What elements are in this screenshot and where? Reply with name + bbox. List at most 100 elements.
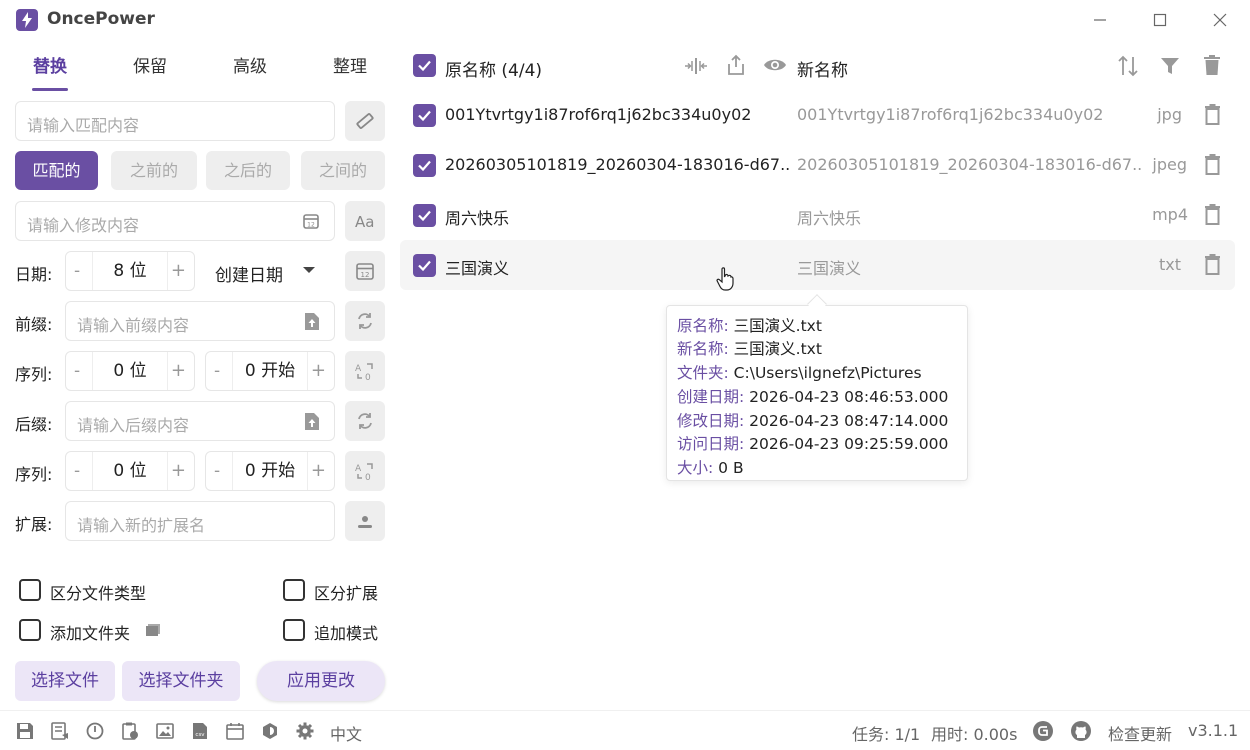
by-extension-checkbox[interactable] (283, 579, 305, 601)
file-upload-icon[interactable] (304, 412, 320, 431)
log-icon[interactable] (51, 722, 69, 740)
append-mode-checkbox[interactable] (283, 619, 305, 641)
delete-icon[interactable] (1204, 204, 1221, 225)
gitee-icon[interactable] (1032, 720, 1054, 742)
select-all-checkbox[interactable] (413, 54, 436, 77)
close-button[interactable] (1208, 8, 1232, 32)
gear-icon[interactable] (296, 722, 314, 740)
sort-icon[interactable] (1116, 54, 1140, 78)
file-upload-icon[interactable] (304, 312, 320, 331)
extension-button[interactable] (345, 501, 385, 541)
decrement-button[interactable]: - (214, 361, 220, 381)
date-digits-stepper[interactable]: - 8 位 + (65, 251, 195, 291)
tasks-status: 任务: 1/1 (852, 725, 921, 744)
folder-icon (146, 624, 160, 636)
row-checkbox[interactable] (413, 254, 436, 277)
mode-after[interactable]: 之后的 (206, 151, 290, 190)
mode-match[interactable]: 匹配的 (15, 151, 98, 190)
filter-icon[interactable] (1160, 56, 1180, 76)
language-selector[interactable]: 中文 (330, 721, 362, 745)
status-bar (0, 710, 1250, 750)
increment-button[interactable]: + (171, 460, 186, 481)
row-checkbox[interactable] (413, 204, 436, 227)
modify-input[interactable]: 请输入修改内容 12 (15, 201, 335, 241)
calendar-icon[interactable]: 12 (302, 212, 320, 230)
row-original-name[interactable]: 20260305101819_20260304-183016-d67... (445, 155, 790, 174)
prefix-input-placeholder: 请输入前缀内容 (77, 316, 190, 335)
mode-between[interactable]: 之间的 (301, 151, 385, 190)
tooltip-value: 2026-04-23 09:25:59.000 (749, 435, 949, 453)
calendar-icon[interactable] (226, 722, 244, 740)
clipboard-clock-icon[interactable] (121, 722, 139, 740)
mode-before[interactable]: 之前的 (111, 151, 197, 190)
sequence-digits-value: 0 位 (92, 352, 168, 390)
minimize-button[interactable] (1088, 8, 1112, 32)
increment-button[interactable]: + (311, 460, 326, 481)
case-button[interactable]: Aa (345, 201, 385, 241)
date-calendar-button[interactable]: 12 (345, 251, 385, 291)
decrement-button[interactable]: - (74, 261, 80, 281)
delete-icon[interactable] (1204, 154, 1221, 175)
chevron-down-icon[interactable] (302, 265, 316, 275)
match-input[interactable]: 请输入匹配内容 (15, 101, 335, 141)
tab-replace[interactable]: 替换 (15, 52, 85, 77)
date-type-select[interactable]: 创建日期 (215, 261, 283, 286)
append-mode-label: 追加模式 (314, 624, 379, 643)
regex-ruler-button[interactable] (345, 101, 385, 141)
delete-icon[interactable] (1204, 254, 1221, 275)
save-icon[interactable] (16, 722, 34, 740)
sequence-order-button-2[interactable]: A0 (345, 451, 385, 491)
sequence-digits-value: 0 位 (92, 452, 168, 490)
power-icon[interactable] (86, 722, 104, 740)
file-info-tooltip: 原名称: 三国演义.txt 新名称: 三国演义.txt 文件夹: C:\User… (666, 305, 968, 481)
tab-advanced[interactable]: 高级 (215, 52, 285, 77)
increment-button[interactable]: + (311, 360, 326, 381)
sequence-start-stepper-2[interactable]: - 0 开始 + (205, 451, 335, 491)
user-icon (358, 516, 372, 528)
tab-keep[interactable]: 保留 (115, 52, 185, 77)
row-checkbox[interactable] (413, 154, 436, 177)
apply-changes-button[interactable]: 应用更改 (257, 661, 385, 701)
increment-button[interactable]: + (171, 360, 186, 381)
by-filetype-checkbox[interactable] (19, 579, 41, 601)
delete-icon[interactable] (1204, 104, 1221, 125)
maximize-button[interactable] (1148, 8, 1172, 32)
delete-all-icon[interactable] (1203, 54, 1221, 76)
row-original-name[interactable]: 001Ytvrtgy1i87rof6rq1j62bc334u0y02 (445, 105, 790, 124)
check-update-link[interactable]: 检查更新 (1108, 721, 1172, 745)
row-checkbox[interactable] (413, 104, 436, 127)
prefix-swap-button[interactable] (345, 301, 385, 341)
select-files-button[interactable]: 选择文件 (15, 661, 115, 701)
theme-icon[interactable] (261, 722, 279, 740)
export-icon[interactable] (726, 54, 746, 76)
suffix-input[interactable]: 请输入后缀内容 (65, 401, 335, 441)
sequence-digits-stepper[interactable]: - 0 位 + (65, 351, 195, 391)
select-folder-button[interactable]: 选择文件夹 (122, 661, 240, 701)
eye-icon[interactable] (763, 56, 787, 74)
split-columns-icon[interactable] (684, 56, 708, 76)
increment-button[interactable]: + (171, 260, 186, 281)
hand-cursor-icon (716, 267, 734, 291)
row-original-name[interactable]: 周六快乐 (445, 205, 790, 229)
extension-input[interactable]: 请输入新的扩展名 (65, 501, 335, 541)
csv-icon[interactable]: csv (191, 722, 209, 740)
prefix-label: 前缀: (15, 315, 53, 334)
sequence-start-stepper[interactable]: - 0 开始 + (205, 351, 335, 391)
suffix-swap-button[interactable] (345, 401, 385, 441)
original-name-header: 原名称 (4/4) (445, 61, 543, 81)
github-icon[interactable] (1070, 720, 1092, 742)
decrement-button[interactable]: - (74, 461, 80, 481)
image-icon[interactable] (156, 722, 174, 740)
tab-underline (32, 88, 68, 91)
match-input-placeholder: 请输入匹配内容 (27, 116, 140, 135)
decrement-button[interactable]: - (214, 461, 220, 481)
tooltip-value: 三国演义.txt (733, 340, 822, 358)
sequence-digits-stepper-2[interactable]: - 0 位 + (65, 451, 195, 491)
sequence-order-button[interactable]: A0 (345, 351, 385, 391)
row-original-name[interactable]: 三国演义 (445, 255, 790, 279)
tab-organize[interactable]: 整理 (315, 52, 385, 77)
add-folder-checkbox[interactable] (19, 619, 41, 641)
prefix-input[interactable]: 请输入前缀内容 (65, 301, 335, 341)
tooltip-key: 原名称: (677, 317, 729, 335)
decrement-button[interactable]: - (74, 361, 80, 381)
